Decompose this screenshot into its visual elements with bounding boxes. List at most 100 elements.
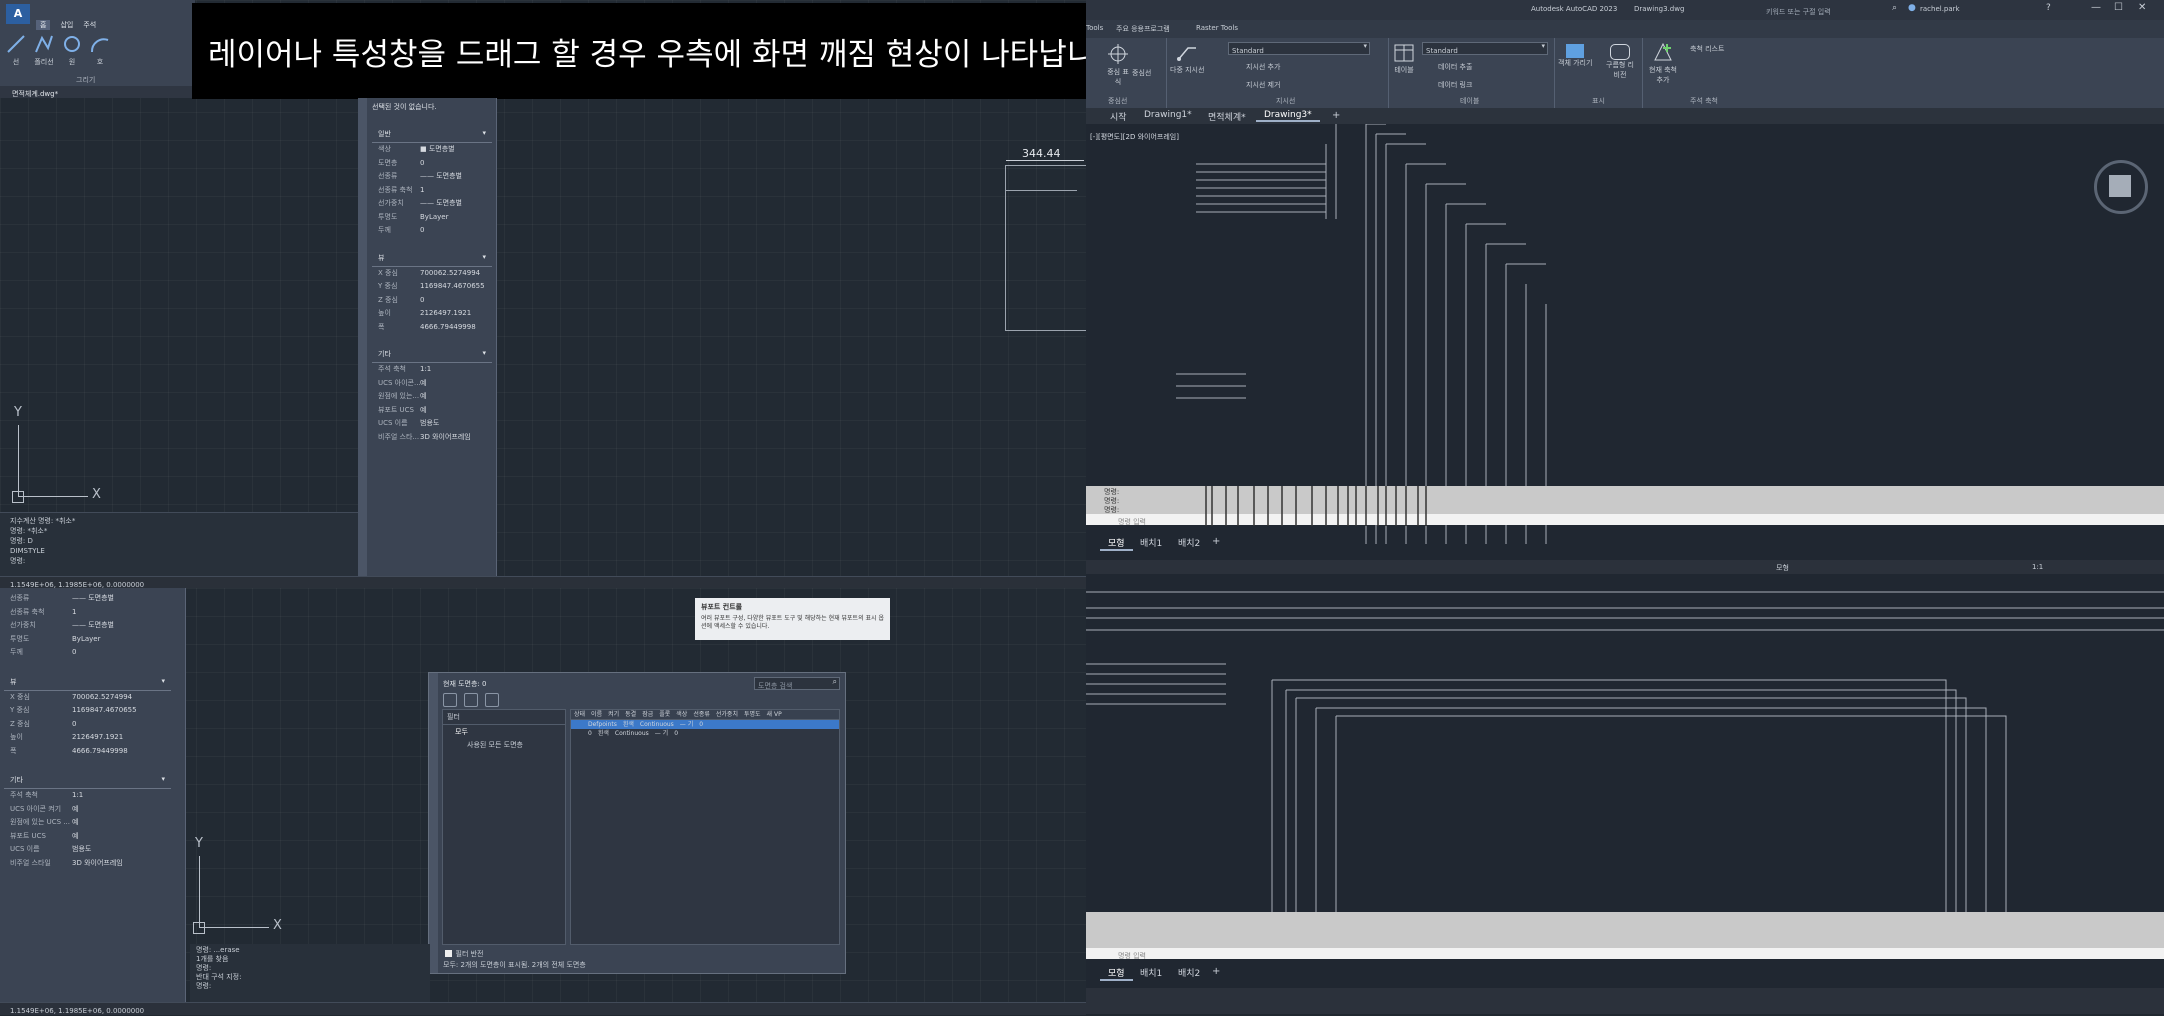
section-view[interactable]: 뷰 bbox=[378, 253, 384, 263]
property-row[interactable]: 비주얼 스타일 3D 와이어프레임 bbox=[0, 857, 185, 871]
collapse-icon[interactable]: ▾ bbox=[161, 677, 165, 687]
property-value[interactable]: 0 bbox=[72, 718, 185, 732]
property-value[interactable]: 1 bbox=[72, 606, 185, 620]
filter-used[interactable]: 사용된 모든 도면층 bbox=[443, 739, 565, 751]
property-value[interactable]: 0 bbox=[72, 646, 185, 660]
tab-annotate[interactable]: 주석 bbox=[83, 20, 96, 30]
property-value[interactable]: 0 bbox=[420, 157, 492, 171]
property-value[interactable]: —— 도면층별 bbox=[420, 197, 492, 211]
property-value[interactable]: ■ 도면층별 bbox=[420, 143, 492, 157]
tab-home[interactable]: 홈 bbox=[36, 20, 51, 30]
tab-featured-apps[interactable]: 주요 응용프로그램 bbox=[1116, 24, 1170, 34]
collapse-icon[interactable]: ▾ bbox=[482, 129, 486, 139]
property-row[interactable]: 도면층 0 bbox=[372, 157, 492, 171]
remove-leader-button[interactable]: 지시선 제거 bbox=[1246, 80, 1280, 90]
new-property-filter-icon[interactable] bbox=[443, 693, 457, 707]
property-value[interactable]: 1:1 bbox=[72, 789, 185, 803]
property-row[interactable]: UCS 아이콘... 예 bbox=[372, 377, 492, 391]
property-value[interactable]: 2126497.1921 bbox=[72, 731, 185, 745]
property-row[interactable]: 비주얼 스타... 3D 와이어프레임 bbox=[372, 431, 492, 445]
property-row[interactable]: 두께 0 bbox=[0, 646, 185, 660]
property-value[interactable]: 예 bbox=[420, 390, 492, 404]
column-header[interactable]: 새 VP bbox=[764, 710, 785, 719]
property-value[interactable]: ByLayer bbox=[420, 211, 492, 225]
property-row[interactable]: 선종류 —— 도면층별 bbox=[372, 170, 492, 184]
property-row[interactable]: 폭 4666.79449998 bbox=[0, 745, 185, 759]
column-header[interactable]: 투명도 bbox=[741, 710, 764, 719]
property-value[interactable]: 3D 와이어프레임 bbox=[420, 431, 492, 445]
search-icon[interactable]: ⌕ bbox=[1892, 3, 1897, 13]
new-group-filter-icon[interactable] bbox=[464, 693, 478, 707]
layer-row[interactable]: 0 흰색 Continuous — 기 0 bbox=[571, 729, 839, 738]
table-style-dropdown[interactable]: Standard ▾ bbox=[1422, 42, 1548, 55]
doc-tab-drawing3[interactable]: Drawing3* bbox=[1256, 110, 1320, 122]
column-header[interactable]: 동결 bbox=[622, 710, 639, 719]
property-value[interactable]: 4666.79449998 bbox=[420, 321, 492, 335]
polyline-tool[interactable]: 폴리선 bbox=[34, 34, 54, 67]
close-icon[interactable]: ✕ bbox=[2138, 2, 2146, 13]
property-row[interactable]: 폭 4666.79449998 bbox=[372, 321, 492, 335]
property-value[interactable]: 700062.5274994 bbox=[420, 267, 492, 281]
section-view-bottom[interactable]: 뷰 bbox=[10, 677, 16, 687]
property-row[interactable]: 투명도 ByLayer bbox=[372, 211, 492, 225]
layer-row[interactable]: Defpoints 흰색 Continuous — 기 0 bbox=[571, 720, 839, 729]
layout-tab-1[interactable]: 배치1 bbox=[1132, 536, 1170, 549]
add-current-scale-button[interactable]: 현재 축척 추가 bbox=[1648, 42, 1678, 85]
property-row[interactable]: 원점에 있는 UCS ... 예 bbox=[0, 816, 185, 830]
property-row[interactable]: Z 중심 0 bbox=[0, 718, 185, 732]
extract-data-button[interactable]: 데이터 추출 bbox=[1438, 62, 1472, 72]
property-row[interactable]: 색상 ■ 도면층별 bbox=[372, 143, 492, 157]
property-value[interactable]: —— 도면층별 bbox=[72, 592, 185, 606]
property-value[interactable]: —— 도면층별 bbox=[72, 619, 185, 633]
property-row[interactable]: 높이 2126497.1921 bbox=[0, 731, 185, 745]
property-row[interactable]: Z 중심 0 bbox=[372, 294, 492, 308]
property-value[interactable]: 1:1 bbox=[420, 363, 492, 377]
property-value[interactable]: 1 bbox=[420, 184, 492, 198]
keyword-search[interactable]: 키워드 또는 구절 입력 bbox=[1766, 4, 1886, 16]
selection-header[interactable]: 선택된 것이 없습니다. bbox=[372, 102, 492, 112]
property-row[interactable]: 두께 0 bbox=[372, 224, 492, 238]
data-link-button[interactable]: 데이터 링크 bbox=[1438, 80, 1472, 90]
add-layout-icon[interactable]: + bbox=[1212, 966, 1220, 977]
property-row[interactable]: 선종류 —— 도면층별 bbox=[0, 592, 185, 606]
property-row[interactable]: 높이 2126497.1921 bbox=[372, 307, 492, 321]
leader-style-dropdown[interactable]: Standard ▾ bbox=[1228, 42, 1370, 55]
circle-tool[interactable]: 원 bbox=[62, 34, 82, 67]
command-history-right-bottom[interactable] bbox=[1086, 912, 2164, 948]
right-viewport-corrupted[interactable]: Autodesk AutoCAD 2023 Drawing3.dwg 키워드 또… bbox=[1086, 0, 2164, 1014]
centerline-button[interactable]: 중심선 bbox=[1132, 68, 1151, 78]
property-row[interactable]: 선종류 축척 1 bbox=[372, 184, 492, 198]
column-header[interactable]: 선가중치 bbox=[713, 710, 741, 719]
tab-tools[interactable]: Tools bbox=[1086, 24, 1103, 32]
property-row[interactable]: Y 중심 1169847.4670655 bbox=[372, 280, 492, 294]
property-row[interactable]: 뷰포트 UCS 예 bbox=[0, 830, 185, 844]
add-layout-icon[interactable]: + bbox=[1212, 536, 1220, 547]
invert-filter-checkbox[interactable]: 필터 반전 bbox=[445, 946, 484, 959]
column-header[interactable]: 선종류 bbox=[690, 710, 713, 719]
property-value[interactable]: 범용도 bbox=[420, 417, 492, 431]
layer-table[interactable]: 상태 이름 켜기 동결 잠금 플롯 색상 선종류 선가중치 투명도 새 VP Defpoints 흰색… bbox=[570, 709, 840, 945]
column-header[interactable]: 켜기 bbox=[605, 710, 622, 719]
property-row[interactable]: 주석 축척 1:1 bbox=[372, 363, 492, 377]
filter-all[interactable]: 모두 bbox=[443, 725, 565, 739]
app-logo[interactable]: A bbox=[6, 4, 30, 24]
multileader-button[interactable]: 다중 지시선 bbox=[1170, 42, 1204, 75]
property-value[interactable]: 3D 와이어프레임 bbox=[72, 857, 185, 871]
doc-tab-drawing1[interactable]: Drawing1* bbox=[1136, 110, 1200, 120]
property-row[interactable]: 선가중치 —— 도면층별 bbox=[0, 619, 185, 633]
property-value[interactable]: 1169847.4670655 bbox=[72, 704, 185, 718]
layer-search-input[interactable]: 도면층 검색 ⌕ bbox=[754, 677, 840, 690]
arc-tool[interactable]: 호 bbox=[90, 34, 110, 67]
palette-strip[interactable] bbox=[358, 98, 367, 584]
property-row[interactable]: UCS 이름 범용도 bbox=[0, 843, 185, 857]
property-row[interactable]: X 중심 700062.5274994 bbox=[0, 691, 185, 705]
properties-palette-top[interactable]: 선택된 것이 없습니다. 일반 ▾ 색상 ■ 도면층별 도면층 0 선종류 —— 도면층별 선… bbox=[358, 98, 497, 584]
property-row[interactable]: X 중심 700062.5274994 bbox=[372, 267, 492, 281]
section-general[interactable]: 일반 bbox=[378, 129, 391, 139]
property-row[interactable]: 뷰포트 UCS 예 bbox=[372, 404, 492, 418]
tab-raster-tools[interactable]: Raster Tools bbox=[1196, 24, 1238, 32]
property-value[interactable]: 2126497.1921 bbox=[420, 307, 492, 321]
property-value[interactable]: 0 bbox=[420, 224, 492, 238]
section-misc-bottom[interactable]: 기타 bbox=[10, 775, 23, 785]
property-row[interactable]: UCS 아이콘 켜기 예 bbox=[0, 803, 185, 817]
